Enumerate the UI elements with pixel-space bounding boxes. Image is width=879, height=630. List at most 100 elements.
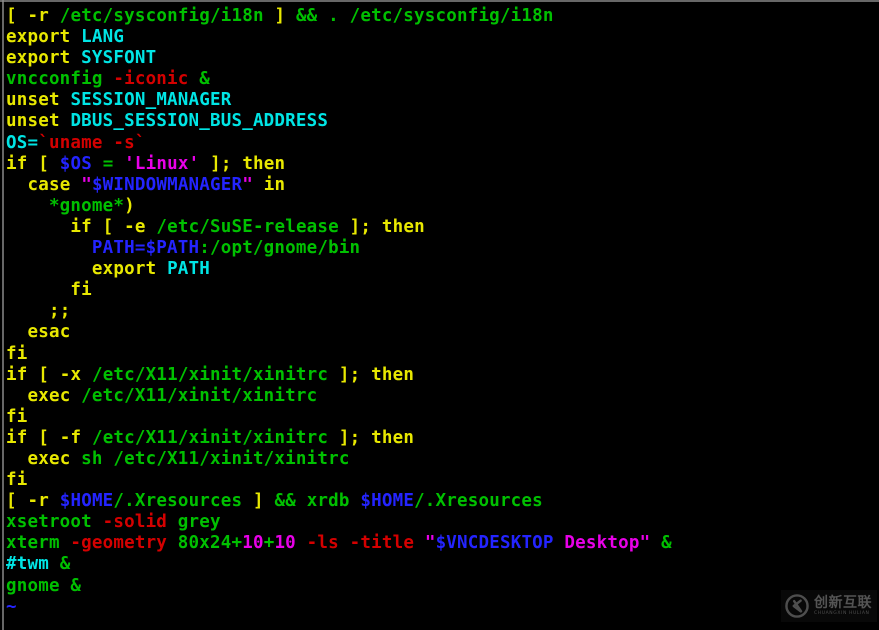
- code-token: case: [27, 174, 71, 195]
- code-token: ~: [6, 596, 17, 617]
- code-token: SYSFONT: [81, 48, 157, 69]
- code-token: gnome &: [6, 575, 82, 596]
- code-token: ": [639, 533, 651, 554]
- code-token: esac: [27, 322, 71, 343]
- code-token: Desktop: [564, 533, 640, 554]
- code-token: -f: [59, 427, 82, 448]
- code-line[interactable]: if [ -f /etc/X11/xinit/xinitrc ]; then: [6, 428, 872, 449]
- code-line[interactable]: export PATH: [6, 259, 872, 280]
- terminal-window[interactable]: [ -r /etc/sysconfig/i18n ] && . /etc/sys…: [0, 0, 879, 630]
- code-token: if: [6, 153, 28, 174]
- code-line[interactable]: case "$WINDOWMANAGER" in: [6, 175, 872, 196]
- code-token: unset: [6, 111, 60, 132]
- code-token: $OS: [59, 153, 92, 174]
- code-token: /etc/X11/xinit/xinitrc: [81, 364, 339, 385]
- code-token: ];: [349, 216, 372, 237]
- code-line[interactable]: [ -r /etc/sysconfig/i18n ] && . /etc/sys…: [6, 6, 872, 27]
- code-token: -iconic: [113, 69, 189, 90]
- code-token: ": [424, 533, 436, 554]
- code-token: export: [6, 48, 71, 69]
- code-line[interactable]: exec /etc/X11/xinit/xinitrc: [6, 386, 872, 407]
- code-line[interactable]: vncconfig -iconic &: [6, 69, 872, 90]
- code-line[interactable]: if [ -e /etc/SuSE-release ]; then: [6, 217, 872, 238]
- code-line[interactable]: fi: [6, 344, 872, 365]
- code-line[interactable]: ;;: [6, 301, 872, 322]
- code-token: +: [263, 533, 275, 554]
- code-line[interactable]: gnome &: [6, 576, 872, 597]
- code-token: fi: [6, 470, 28, 491]
- code-line[interactable]: PATH=$PATH:/opt/gnome/bin: [6, 238, 872, 259]
- code-line[interactable]: if [ $OS = 'Linux' ]; then: [6, 154, 872, 175]
- code-token: xterm: [6, 533, 71, 554]
- code-token: -title: [349, 533, 415, 554]
- code-token: -geometry: [70, 533, 168, 554]
- code-token: ];: [338, 427, 361, 448]
- code-token: /.Xresources: [113, 491, 253, 512]
- code-line[interactable]: xterm -geometry 80x24+10+10 -ls -title "…: [6, 533, 872, 554]
- code-line[interactable]: fi: [6, 280, 872, 301]
- code-token: [: [6, 491, 17, 512]
- code-token: :/opt/gnome/bin: [199, 238, 361, 259]
- code-line[interactable]: *gnome*): [6, 196, 872, 217]
- code-line[interactable]: unset SESSION_MANAGER: [6, 90, 872, 111]
- code-token: $VNCDESKTOP: [435, 533, 554, 554]
- code-line[interactable]: fi: [6, 407, 872, 428]
- code-token: OS=: [6, 132, 39, 153]
- code-token: PATH: [167, 259, 211, 280]
- code-token: &: [188, 69, 210, 90]
- code-line[interactable]: export LANG: [6, 27, 872, 48]
- code-token: /etc/sysconfig/i18n: [48, 6, 275, 26]
- code-token: && xrdb: [263, 491, 361, 512]
- code-token: #twm: [6, 554, 49, 575]
- code-token: then: [371, 427, 415, 448]
- code-line[interactable]: [ -r $HOME/.Xresources ] && xrdb $HOME/.…: [6, 491, 872, 512]
- code-line[interactable]: exec sh /etc/X11/xinit/xinitrc: [6, 449, 872, 470]
- code-line[interactable]: OS=`uname -s`: [6, 133, 872, 154]
- code-line[interactable]: if [ -x /etc/X11/xinit/xinitrc ]; then: [6, 365, 872, 386]
- code-line[interactable]: #twm &: [6, 554, 872, 575]
- code-line[interactable]: ~: [6, 597, 872, 618]
- code-token: 10: [242, 533, 264, 554]
- code-token: -r: [27, 6, 49, 26]
- code-token: unset: [6, 90, 60, 111]
- code-token: then: [381, 216, 425, 237]
- code-line[interactable]: unset DBUS_SESSION_BUS_ADDRESS: [6, 111, 872, 132]
- code-token: -x: [59, 364, 82, 385]
- code-token: then: [371, 364, 415, 385]
- code-token: ];: [338, 364, 361, 385]
- code-token: [: [6, 6, 17, 26]
- code-line[interactable]: fi: [6, 470, 872, 491]
- code-token: -e: [124, 216, 146, 237]
- code-token: SESSION_MANAGER: [70, 90, 232, 111]
- code-token: -solid: [102, 512, 168, 533]
- code-token: fi: [6, 343, 28, 364]
- code-line[interactable]: xsetroot -solid grey: [6, 512, 872, 533]
- code-line[interactable]: esac: [6, 322, 872, 343]
- code-token: 10: [274, 533, 296, 554]
- editor-text-area[interactable]: [ -r /etc/sysconfig/i18n ] && . /etc/sys…: [6, 6, 872, 626]
- code-token: if: [6, 427, 28, 448]
- code-token: ];: [210, 153, 232, 174]
- code-line[interactable]: export SYSFONT: [6, 48, 872, 69]
